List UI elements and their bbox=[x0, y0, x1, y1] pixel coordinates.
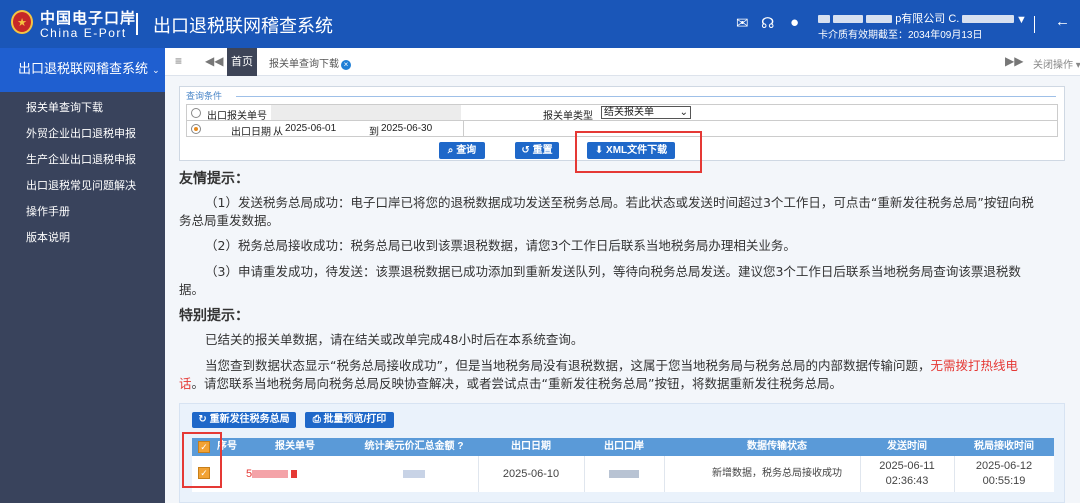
col-send-time[interactable]: 发送时间 bbox=[860, 438, 954, 456]
row-receive-time: 2025-06-12 00:55:19 bbox=[975, 460, 1033, 487]
col-export-date[interactable]: 出口日期 bbox=[478, 438, 584, 456]
doc-type-select[interactable]: 结关报关单 ⌄ bbox=[601, 106, 691, 119]
sidebar-system-menu[interactable]: 出口退税联网稽查系统 ⌄ bbox=[0, 48, 165, 92]
row-status: 新增数据，税务总局接收成功 bbox=[712, 468, 842, 479]
row-amount bbox=[350, 456, 478, 492]
arrow-left-icon[interactable]: ← bbox=[1055, 13, 1070, 30]
sidebar: 出口退税联网稽查系统 ⌄ 报关单查询下载 外贸企业出口退税申报 生产企业出口退税… bbox=[0, 48, 165, 503]
col-receive-time[interactable]: 税局接收时间 bbox=[954, 438, 1054, 456]
top-header: ★ 中国电子口岸 China E-Port 出口退税联网稽查系统 ✉ ☊ ● p… bbox=[0, 0, 1080, 48]
query-divider bbox=[236, 96, 1056, 97]
logo-text-cn: 中国电子口岸 bbox=[40, 9, 137, 27]
sidebar-item-manual[interactable]: 操作手册 bbox=[0, 199, 165, 225]
close-ops-menu[interactable]: 关闭操作 ▾ bbox=[1033, 56, 1080, 71]
print-icon: ⎙ bbox=[312, 414, 321, 425]
help-icon[interactable]: ? bbox=[457, 441, 463, 452]
tab-home[interactable]: 首页 bbox=[227, 48, 257, 76]
docno-label: 出口报关单号 bbox=[207, 111, 267, 122]
header-divider bbox=[136, 13, 138, 35]
friendly-tips-title: 友情提示： bbox=[179, 171, 249, 187]
special-tips-title: 特别提示： bbox=[179, 308, 249, 324]
query-section-title: 查询条件 bbox=[186, 91, 223, 101]
result-grid: ↻ 重新发往税务总局 ⎙ 批量预览/打印 ✓ 序号 报关单号 统计美元价汇总金额… bbox=[179, 403, 1065, 503]
col-amount[interactable]: 统计美元价汇总金额 ? bbox=[350, 438, 478, 456]
sidebar-item-faq[interactable]: 出口退税常见问题解决 bbox=[0, 173, 165, 199]
header-divider-right bbox=[1034, 16, 1035, 33]
tab-query-download[interactable]: 报关单查询下载 × bbox=[269, 55, 351, 70]
user-company: p有限公司 C. bbox=[818, 10, 1015, 26]
batch-print-button[interactable]: ⎙ 批量预览/打印 bbox=[305, 412, 394, 428]
sidebar-item-version[interactable]: 版本说明 bbox=[0, 225, 165, 251]
sidebar-item-production[interactable]: 生产企业出口退税申报 bbox=[0, 147, 165, 173]
tip-2: （2）税务总局接收成功：税务总局已收到该票退税数据，请您3个工作日后联系当地税务… bbox=[205, 238, 796, 253]
to-date-input[interactable]: 2025-06-30 bbox=[381, 123, 432, 134]
refresh-icon: ↻ bbox=[198, 414, 207, 425]
row-send-time: 2025-06-11 02:36:43 bbox=[879, 460, 935, 487]
logo-text-en: China E-Port bbox=[40, 26, 127, 40]
row-export-date: 2025-06-10 bbox=[502, 468, 560, 480]
tab-scroll-right-icon[interactable]: ▶▶ bbox=[1005, 54, 1023, 68]
china-eport-logo-icon: ★ bbox=[11, 10, 33, 34]
date-divider bbox=[463, 121, 464, 137]
from-label: 从 bbox=[273, 127, 283, 138]
tip-1: （1）发送税务总局成功：电子口岸已将您的退税数据成功发送至税务总局。若此状态或发… bbox=[179, 195, 1034, 228]
search-icon: ⌕ bbox=[447, 145, 454, 156]
docno-input[interactable] bbox=[271, 105, 461, 120]
menu-toggle-icon[interactable]: ≡ bbox=[175, 54, 182, 68]
tip-3: （3）申请重发成功，待发送：该票退税数据已成功添加到重新发送队列，等待向税务总局… bbox=[179, 264, 1021, 297]
sidebar-item-query-download[interactable]: 报关单查询下载 bbox=[0, 95, 165, 121]
tab-scroll-left-icon[interactable]: ◀◀ bbox=[205, 54, 223, 68]
tip-4: 已结关的报关单数据，请在结关或改单完成48小时后在本系统查询。 bbox=[205, 332, 584, 347]
date-label: 出口日期 bbox=[231, 127, 271, 138]
app-title: 出口退税联网稽查系统 bbox=[153, 16, 333, 37]
grid-header: ✓ 序号 报关单号 统计美元价汇总金额 ? 出口日期 出口口岸 数据传输状态 发… bbox=[192, 438, 1054, 456]
highlight-box-checkbox bbox=[182, 432, 222, 488]
resend-tax-button[interactable]: ↻ 重新发往税务总局 bbox=[192, 412, 296, 428]
radio-docno[interactable] bbox=[191, 108, 201, 118]
row-export-port bbox=[584, 456, 664, 492]
doc-type-label: 报关单类型 bbox=[543, 111, 593, 122]
table-row[interactable]: ✓ 5 2025-06-10 新增数据，税务总局接收成功 2025-06-11 0… bbox=[192, 456, 1054, 492]
user-dropdown-icon[interactable]: ▼ bbox=[1016, 14, 1027, 26]
reset-icon: ↺ bbox=[521, 145, 530, 156]
sidebar-item-foreign-trade[interactable]: 外贸企业出口退税申报 bbox=[0, 121, 165, 147]
close-tab-icon[interactable]: × bbox=[341, 60, 351, 70]
headset-icon[interactable]: ☊ bbox=[761, 14, 774, 32]
radio-date[interactable] bbox=[191, 124, 201, 134]
user-icon[interactable]: ● bbox=[790, 14, 799, 31]
search-button[interactable]: ⌕ 查询 bbox=[439, 142, 485, 159]
query-row-docno: 出口报关单号 报关单类型 结关报关单 ⌄ bbox=[187, 105, 1057, 122]
from-date-input[interactable]: 2025-06-01 bbox=[285, 123, 336, 134]
tab-bar: ≡ ◀◀ 首页 报关单查询下载 × ▶▶ 关闭操作 ▾ bbox=[165, 48, 1080, 76]
reset-button[interactable]: ↺ 重置 bbox=[515, 142, 559, 159]
to-label: 到 bbox=[369, 127, 379, 138]
col-doc-no[interactable]: 报关单号 bbox=[240, 438, 350, 456]
col-export-port[interactable]: 出口口岸 bbox=[584, 438, 664, 456]
col-status[interactable]: 数据传输状态 bbox=[664, 438, 890, 456]
highlight-box-xml bbox=[575, 131, 702, 173]
mail-icon[interactable]: ✉ bbox=[736, 14, 749, 32]
row-doc-no[interactable]: 5 bbox=[240, 456, 350, 492]
card-expiry: 卡介质有效期截至：2034年09月13日 bbox=[818, 30, 983, 41]
tip-5: 当您查到数据状态显示“税务总局接收成功”，但是当地税务局没有退税数据，这属于您当… bbox=[179, 358, 1018, 391]
